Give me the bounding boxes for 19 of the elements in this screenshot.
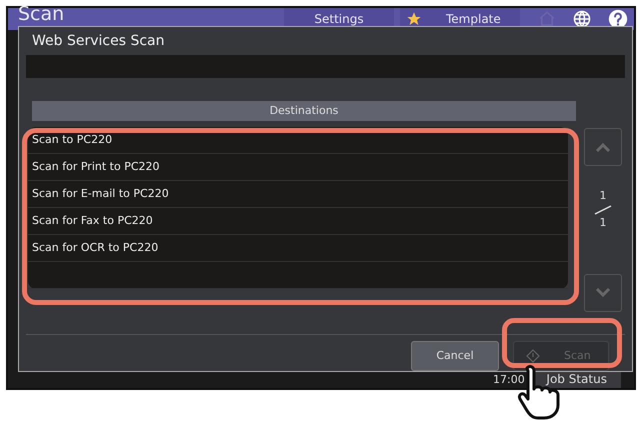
home-icon[interactable] (538, 10, 556, 28)
destination-item[interactable]: Scan for E-mail to PC220 (28, 181, 568, 208)
start-diamond-icon (526, 349, 540, 363)
screen-title: Scan (18, 4, 64, 24)
slash-icon (594, 204, 612, 214)
cancel-button[interactable]: Cancel (411, 341, 499, 371)
page-number: 1 (600, 188, 606, 204)
clock-time: 17:00 (493, 374, 525, 386)
destination-item[interactable]: Scan for Fax to PC220 (28, 208, 568, 235)
page-count: 1 (600, 214, 606, 230)
destination-item[interactable]: Scan to PC220 (28, 127, 568, 154)
chevron-up-icon (595, 142, 611, 152)
destination-item[interactable]: Scan for OCR to PC220 (28, 235, 568, 262)
chevron-down-icon (595, 288, 611, 298)
list-header: Destinations (32, 101, 576, 121)
dialog-title: Web Services Scan (32, 32, 166, 51)
globe-icon[interactable] (572, 9, 592, 29)
star-icon (406, 11, 422, 27)
destination-item[interactable]: Scan for Print to PC220 (28, 154, 568, 181)
